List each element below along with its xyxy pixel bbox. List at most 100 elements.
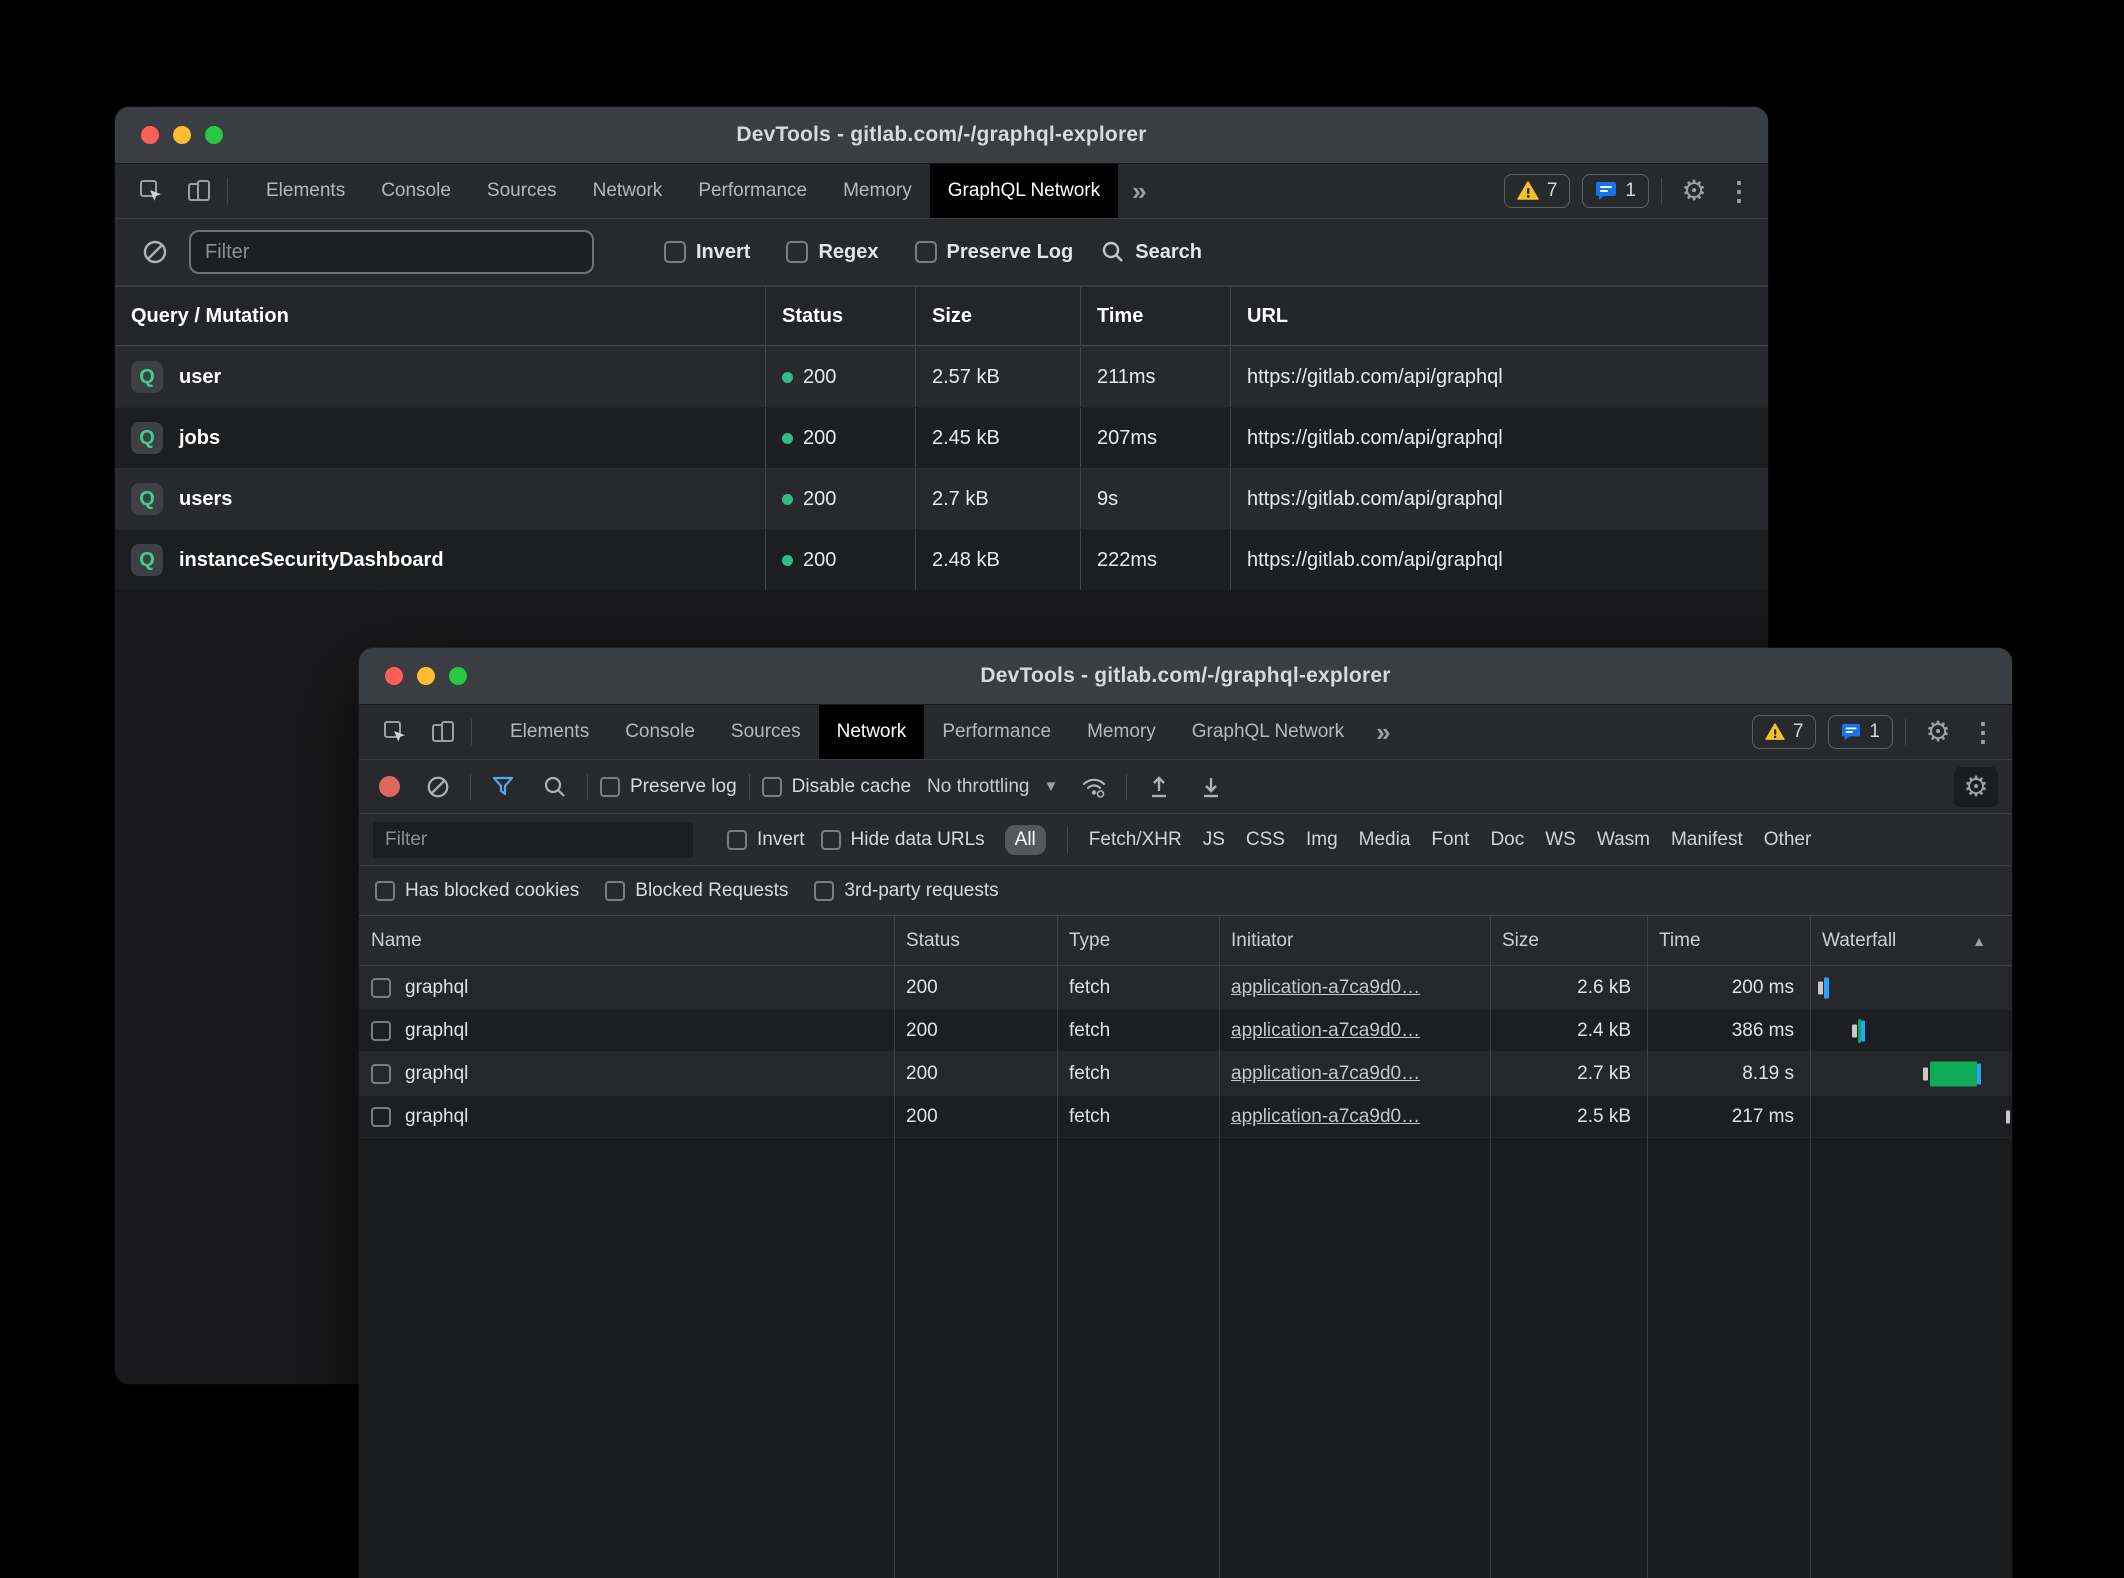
column-waterfall[interactable]: Waterfall ▲ [1810, 916, 2012, 965]
has-blocked-cookies-group[interactable]: Has blocked cookies [375, 880, 579, 902]
hide-data-urls-checkbox[interactable] [821, 830, 841, 850]
row-checkbox[interactable] [371, 1064, 391, 1084]
table-row[interactable]: graphql 200 fetch application-a7ca9d0… 2… [359, 1052, 2012, 1095]
network-settings-gear-icon[interactable]: ⚙ [1954, 767, 1998, 807]
table-row[interactable]: Qjobs 200 2.45 kB 207ms https://gitlab.c… [115, 407, 1768, 468]
filter-funnel-icon[interactable] [483, 768, 523, 806]
type-filter-fetch-xhr[interactable]: Fetch/XHR [1089, 829, 1182, 851]
tab-elements[interactable]: Elements [248, 164, 363, 218]
tab-memory[interactable]: Memory [1069, 705, 1174, 759]
row-checkbox[interactable] [371, 1021, 391, 1041]
import-har-icon[interactable] [1139, 768, 1179, 806]
issues-badge[interactable]: 1 [1582, 174, 1649, 208]
tab-sources[interactable]: Sources [713, 705, 819, 759]
type-filter-js[interactable]: JS [1203, 829, 1225, 851]
table-header-row[interactable]: Query / Mutation Status Size Time URL [115, 286, 1768, 346]
third-party-requests-checkbox[interactable] [814, 881, 834, 901]
column-time[interactable]: Time [1080, 287, 1230, 345]
invert-group[interactable]: Invert [727, 829, 805, 851]
type-filter-doc[interactable]: Doc [1490, 829, 1524, 851]
throttling-dropdown[interactable]: No throttling ▼ [923, 776, 1062, 798]
column-query-mutation[interactable]: Query / Mutation [115, 287, 765, 345]
title-bar[interactable]: DevTools - gitlab.com/-/graphql-explorer [115, 107, 1768, 164]
hide-data-urls-group[interactable]: Hide data URLs [821, 829, 985, 851]
column-type[interactable]: Type [1057, 916, 1219, 965]
table-row[interactable]: graphql 200 fetch application-a7ca9d0… 2… [359, 1095, 2012, 1138]
inspect-element-icon[interactable] [375, 713, 415, 751]
initiator-link[interactable]: application-a7ca9d0… [1231, 1063, 1420, 1085]
tab-performance[interactable]: Performance [680, 164, 825, 218]
clear-icon[interactable] [135, 233, 175, 271]
third-party-requests-group[interactable]: 3rd-party requests [814, 880, 998, 902]
console-warnings-badge[interactable]: 7 [1504, 174, 1571, 208]
tab-elements[interactable]: Elements [492, 705, 607, 759]
device-toolbar-icon[interactable] [423, 713, 463, 751]
initiator-link[interactable]: application-a7ca9d0… [1231, 1106, 1420, 1128]
inspect-element-icon[interactable] [131, 172, 171, 210]
tab-graphql-network[interactable]: GraphQL Network [1174, 705, 1362, 759]
preserve-log-checkbox[interactable] [915, 241, 937, 263]
filter-input[interactable] [189, 230, 594, 274]
disable-cache-group[interactable]: Disable cache [762, 776, 911, 798]
regex-checkbox-group[interactable]: Regex [786, 241, 878, 264]
has-blocked-cookies-checkbox[interactable] [375, 881, 395, 901]
column-initiator[interactable]: Initiator [1219, 916, 1490, 965]
more-tabs-icon[interactable]: » [1118, 164, 1160, 218]
type-filter-other[interactable]: Other [1764, 829, 1812, 851]
row-checkbox[interactable] [371, 978, 391, 998]
disable-cache-checkbox[interactable] [762, 777, 782, 797]
kebab-menu-icon[interactable]: ⋮ [1726, 172, 1752, 210]
tab-network[interactable]: Network [819, 705, 925, 759]
invert-checkbox[interactable] [727, 830, 747, 850]
table-header-row[interactable]: Name Status Type Initiator Size Time Wat… [359, 916, 2012, 966]
column-url[interactable]: URL [1230, 287, 1768, 345]
initiator-link[interactable]: application-a7ca9d0… [1231, 977, 1420, 999]
issues-badge[interactable]: 1 [1828, 715, 1893, 749]
regex-checkbox[interactable] [786, 241, 808, 263]
filter-input[interactable] [373, 822, 693, 858]
type-filter-manifest[interactable]: Manifest [1671, 829, 1743, 851]
console-warnings-badge[interactable]: 7 [1752, 715, 1817, 749]
type-filter-media[interactable]: Media [1359, 829, 1411, 851]
type-filter-font[interactable]: Font [1431, 829, 1469, 851]
tab-console[interactable]: Console [607, 705, 713, 759]
row-checkbox[interactable] [371, 1107, 391, 1127]
column-size[interactable]: Size [915, 287, 1080, 345]
device-toolbar-icon[interactable] [179, 172, 219, 210]
search-control[interactable]: Search [1101, 240, 1202, 264]
tab-console[interactable]: Console [363, 164, 469, 218]
column-time[interactable]: Time [1647, 916, 1810, 965]
type-filter-ws[interactable]: WS [1545, 829, 1576, 851]
table-row[interactable]: Quser 200 2.57 kB 211ms https://gitlab.c… [115, 346, 1768, 407]
type-filter-css[interactable]: CSS [1246, 829, 1285, 851]
type-filter-img[interactable]: Img [1306, 829, 1338, 851]
column-name[interactable]: Name [359, 916, 894, 965]
search-icon[interactable] [535, 768, 575, 806]
tab-network[interactable]: Network [575, 164, 681, 218]
kebab-menu-icon[interactable]: ⋮ [1970, 713, 1996, 751]
preserve-log-checkbox[interactable] [600, 777, 620, 797]
network-conditions-icon[interactable] [1074, 768, 1114, 806]
blocked-requests-checkbox[interactable] [605, 881, 625, 901]
preserve-log-group[interactable]: Preserve log [600, 776, 737, 798]
tab-memory[interactable]: Memory [825, 164, 930, 218]
blocked-requests-group[interactable]: Blocked Requests [605, 880, 788, 902]
export-har-icon[interactable] [1191, 768, 1231, 806]
column-status[interactable]: Status [765, 287, 915, 345]
table-row[interactable]: QinstanceSecurityDashboard 200 2.48 kB 2… [115, 529, 1768, 590]
table-row[interactable]: graphql 200 fetch application-a7ca9d0… 2… [359, 966, 2012, 1009]
settings-gear-icon[interactable]: ⚙ [1674, 172, 1714, 210]
invert-checkbox[interactable] [664, 241, 686, 263]
type-filter-all[interactable]: All [1005, 825, 1046, 855]
record-button[interactable] [379, 776, 400, 797]
title-bar[interactable]: DevTools - gitlab.com/-/graphql-explorer [359, 648, 2012, 705]
settings-gear-icon[interactable]: ⚙ [1918, 713, 1958, 751]
type-filter-wasm[interactable]: Wasm [1597, 829, 1650, 851]
tab-performance[interactable]: Performance [924, 705, 1069, 759]
clear-icon[interactable] [418, 768, 458, 806]
column-status[interactable]: Status [894, 916, 1057, 965]
more-tabs-icon[interactable]: » [1362, 705, 1404, 759]
invert-checkbox-group[interactable]: Invert [664, 241, 750, 264]
table-row[interactable]: graphql 200 fetch application-a7ca9d0… 2… [359, 1009, 2012, 1052]
table-row[interactable]: Qusers 200 2.7 kB 9s https://gitlab.com/… [115, 468, 1768, 529]
